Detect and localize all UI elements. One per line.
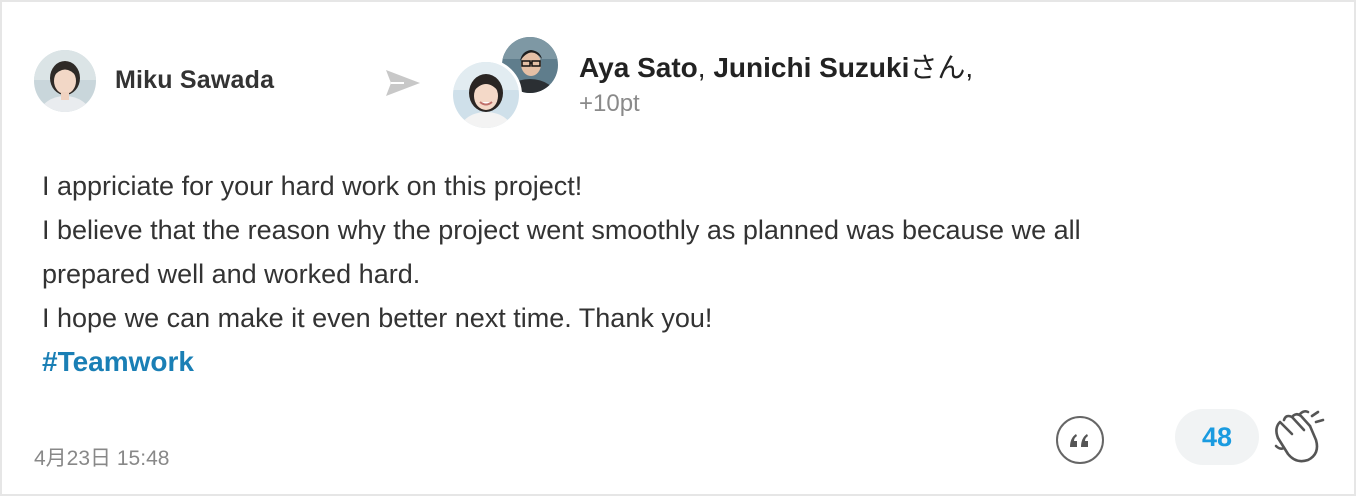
hashtag-link[interactable]: #Teamwork	[42, 340, 1302, 384]
message-line: prepared well and worked hard.	[42, 259, 421, 289]
message-line: I hope we can make it even better next t…	[42, 303, 713, 333]
message-line: I believe that the reason why the projec…	[42, 215, 1081, 245]
send-arrow-icon	[386, 70, 420, 96]
sender-name[interactable]: Miku Sawada	[115, 66, 274, 95]
recipient-avatar-aya[interactable]	[450, 59, 522, 131]
clap-count[interactable]: 48	[1175, 409, 1259, 465]
message-line: I appriciate for your hard work on this …	[42, 171, 583, 201]
post-card: Miku Sawada Aya Sato, Junichi Suzukiさん, …	[0, 0, 1356, 496]
recipient-name-junichi[interactable]: Junichi Suzuki	[713, 52, 909, 83]
sender-avatar[interactable]	[34, 50, 96, 112]
recipient-names: Aya Sato, Junichi Suzukiさん,	[579, 46, 973, 86]
recipient-suffix: さん,	[909, 52, 974, 83]
recipient-separator: ,	[697, 52, 714, 83]
clap-hands-icon[interactable]	[1270, 408, 1328, 468]
timestamp: 4月23日 15:48	[34, 447, 170, 470]
points-badge: +10pt	[579, 90, 640, 117]
message-body: I appriciate for your hard work on this …	[42, 164, 1302, 384]
quote-icon	[1070, 434, 1088, 447]
recipient-name-aya[interactable]: Aya Sato	[579, 52, 698, 83]
quote-button[interactable]	[1056, 416, 1104, 464]
